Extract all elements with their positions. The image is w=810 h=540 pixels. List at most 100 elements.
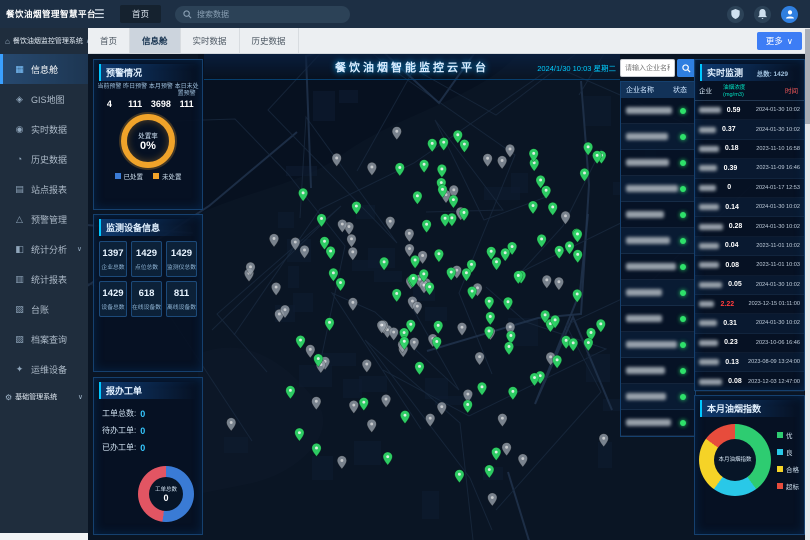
company-row[interactable] [621,280,695,306]
company-search-input[interactable] [620,59,675,77]
timestamp: 2024-01-30 10:02 [747,224,800,230]
sidebar-section-top[interactable]: ⌂ 餐饮油烟监控管理系统 ∧ [0,28,88,54]
workorder-donut-value: 0 [163,493,168,503]
smoke-index-panel: 本月油烟指数 本月油烟指数 优良合格超标 [694,395,805,535]
sidebar-section-bottom[interactable]: ⚙ 基础管理系统 ∨ [0,384,88,410]
warning-stat-value: 4 [97,99,122,109]
sidebar-item-2[interactable]: ◉实时数据 [0,114,88,144]
company-name-redacted [626,159,669,166]
sidebar-item-8[interactable]: ▧台账 [0,294,88,324]
realtime-row[interactable]: 0.182023-11-10 16:58 [695,140,804,159]
vertical-scrollbar[interactable] [805,28,810,540]
sidebar-item-9[interactable]: ▨档案查询 [0,324,88,354]
realtime-row[interactable]: 0.082023-12-03 12:47:00 [695,372,804,391]
realtime-row[interactable]: 0.132023-08-09 13:24:00 [695,353,804,372]
user-avatar[interactable] [781,6,798,23]
scrollbar-thumb[interactable] [805,29,810,124]
company-rows [621,98,695,436]
timestamp: 2023-11-10 16:58 [743,146,800,152]
status-dot-online [680,420,686,426]
concentration-value: 0.59 [723,107,745,114]
company-name-redacted [626,133,668,140]
realtime-row[interactable]: 0.042023-11-01 10:02 [695,237,804,256]
company-row[interactable] [621,254,695,280]
realtime-row[interactable]: 0.312024-01-30 10:02 [695,314,804,333]
tab-0[interactable]: 首页 [88,28,130,53]
workorder-panel: 报办工单 工单总数:0待办工单:0已办工单:0 工单总数 0 [93,377,203,535]
concentration-value: 0.31 [719,320,741,327]
device-stat-label: 离线设备数 [167,302,196,311]
concentration-value: 0.23 [720,339,742,346]
realtime-row[interactable]: 0.232023-10-06 16:46 [695,334,804,353]
company-row[interactable] [621,332,695,358]
sidebar-item-5[interactable]: △预警管理 [0,204,88,234]
topbar-search[interactable] [175,6,350,23]
timestamp: 2024-01-30 10:02 [743,204,800,210]
company-name-redacted [626,341,677,348]
realtime-row[interactable]: 0.392023-11-09 16:46 [695,159,804,178]
tab-2[interactable]: 实时数据 [181,28,240,53]
company-row[interactable] [621,176,695,202]
more-button[interactable]: 更多 ∨ [757,32,802,50]
disposal-rate-gauge: 处置率 0% [121,114,175,168]
site-report-icon: ▤ [14,184,25,195]
legend-item: 未处置 [153,171,182,181]
ledger-icon: ▧ [14,304,25,315]
sidebar-item-7[interactable]: ▥ 统计报表 [0,264,88,294]
sidebar-item-1[interactable]: ◈GIS地图 [0,84,88,114]
workorder-panel-title: 报办工单 [99,382,197,399]
company-name-redacted [699,107,721,113]
device-stat-label: 在线设备数 [132,302,161,311]
realtime-row[interactable]: 02024-01-17 12:53 [695,179,804,198]
company-row[interactable] [621,410,695,436]
company-table-header: 企业名称 状态 [621,82,695,98]
warning-stat-value: 111 [123,99,148,109]
menu-toggle-icon[interactable]: ☰ [94,0,110,28]
legend-label: 超标 [786,481,799,491]
realtime-row[interactable]: 2.222023-12-15 01:11:00 [695,295,804,314]
sidebar-item-label: 历史数据 [31,153,67,166]
company-row[interactable] [621,98,695,124]
sidebar-item-10[interactable]: ✦运维设备 [0,354,88,384]
legend-label: 良 [786,447,793,457]
legend-swatch [777,449,783,455]
badge-icon[interactable] [727,6,744,23]
sidebar-item-4[interactable]: ▤站点报表 [0,174,88,204]
realtime-row[interactable]: 0.282024-01-30 10:02 [695,217,804,236]
sidebar-item-label: 实时数据 [31,123,67,136]
realtime-row[interactable]: 0.052024-01-30 10:02 [695,276,804,295]
company-name-redacted [699,301,714,307]
company-name-redacted [626,107,672,114]
breadcrumb-tab[interactable]: 首页 [120,5,161,23]
company-row[interactable] [621,202,695,228]
concentration-value: 0 [718,184,740,191]
company-row[interactable] [621,124,695,150]
warning-legend: 已处置未处置 [94,171,202,181]
realtime-row[interactable]: 0.592024-01-30 10:02 [695,101,804,120]
company-name-redacted [626,263,676,270]
workorder-label: 已办工单: [102,442,136,453]
realtime-row[interactable]: 0.142024-01-30 10:02 [695,198,804,217]
bell-icon[interactable] [754,6,771,23]
sidebar-item-label: 统计报表 [31,273,67,286]
company-row[interactable] [621,358,695,384]
status-dot-online [680,342,686,348]
company-row[interactable] [621,150,695,176]
realtime-row[interactable]: 0.082023-11-01 10:03 [695,256,804,275]
sidebar-item-3[interactable]: ◔历史数据 [0,144,88,174]
realtime-row[interactable]: 0.372024-01-30 10:02 [695,120,804,139]
report-icon: ▥ [14,274,25,285]
sidebar-item-0[interactable]: ▦信息舱 [0,54,88,84]
company-row[interactable] [621,228,695,254]
sidebar-item-6[interactable]: ◧统计分析∨ [0,234,88,264]
tab-1[interactable]: 信息舱 [130,28,181,53]
workorder-donut-chart: 工单总数 0 [138,466,194,522]
timestamp: 2023-08-09 13:24:00 [743,359,800,365]
company-row[interactable] [621,306,695,332]
legend-label: 优 [786,430,793,440]
company-row[interactable] [621,384,695,410]
search-input[interactable] [197,10,342,19]
tab-3[interactable]: 历史数据 [240,28,299,53]
device-stat-value: 1429 [132,248,161,259]
more-button-label: 更多 [766,35,783,47]
